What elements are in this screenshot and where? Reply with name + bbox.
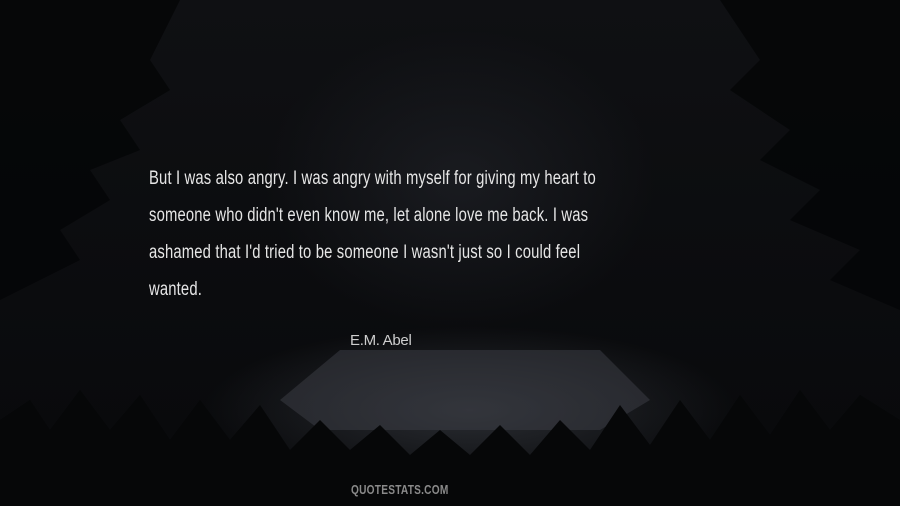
site-watermark: QUOTESTATS.COM	[351, 482, 449, 497]
quote-line: ashamed that I'd tried to be someone I w…	[149, 242, 581, 263]
quote-line: wanted.	[149, 279, 203, 300]
quote-text: But I was also angry. I was angry with m…	[149, 160, 648, 308]
quote-line: someone who didn't even know me, let alo…	[149, 205, 589, 226]
quote-line: But I was also angry. I was angry with m…	[149, 168, 596, 189]
quote-author: E.M. Abel	[350, 332, 412, 349]
